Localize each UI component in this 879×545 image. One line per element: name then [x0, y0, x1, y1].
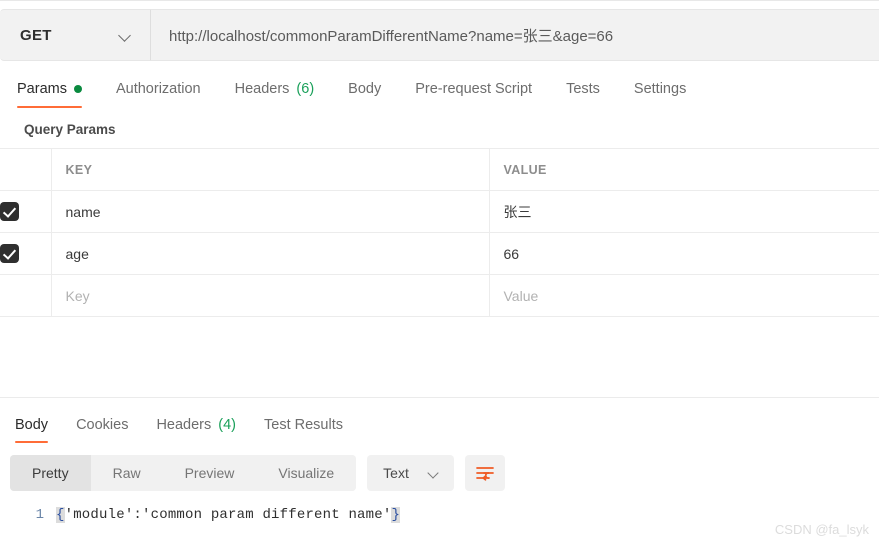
row-value-value: 张三: [503, 203, 532, 220]
response-panel-divider: [0, 397, 879, 398]
watermark: CSDN @fa_lsyk: [774, 522, 869, 537]
tab-authorization[interactable]: Authorization: [99, 81, 218, 108]
tab-response-cookies[interactable]: Cookies: [62, 417, 142, 443]
response-view-mode-group: Pretty Raw Preview Visualize: [10, 455, 357, 491]
response-body-content: 'module':'common param different name': [64, 507, 392, 523]
row-value-cell[interactable]: 66: [489, 232, 879, 275]
view-mode-raw[interactable]: Raw: [90, 455, 163, 491]
tab-settings-label: Settings: [633, 81, 687, 97]
view-mode-preview[interactable]: Preview: [162, 455, 257, 491]
tab-tests-label: Tests: [566, 81, 600, 97]
wrap-lines-button[interactable]: [465, 455, 506, 491]
panel-spacer: [0, 317, 879, 397]
tab-params[interactable]: Params: [10, 81, 99, 108]
tab-test-results-label: Test Results: [264, 417, 343, 433]
url-input-value: http://localhost/commonParamDifferentNam…: [169, 27, 614, 45]
row-checkbox[interactable]: [0, 202, 19, 221]
tab-headers[interactable]: Headers (6): [218, 81, 332, 108]
table-header-row: KEY VALUE: [0, 148, 879, 191]
close-brace: }: [391, 507, 401, 523]
query-params-title: Query Params: [24, 122, 116, 137]
tab-params-label: Params: [17, 81, 67, 97]
header-value: VALUE: [489, 148, 879, 191]
tab-headers-count: (6): [296, 81, 315, 97]
query-params-table: KEY VALUE name 张三 age 66 Key Value: [0, 148, 879, 317]
table-row: age 66: [0, 232, 879, 275]
response-tab-bar: Body Cookies Headers (4) Test Results: [0, 406, 879, 443]
open-brace: {: [56, 507, 65, 523]
table-row-empty: Key Value: [0, 274, 879, 317]
request-tab-bar: Params Authorization Headers (6) Body Pr…: [0, 70, 879, 108]
tab-response-headers-label: Headers: [156, 417, 212, 433]
response-body-line: {'module':'common param different name'}: [56, 507, 401, 523]
tab-settings[interactable]: Settings: [617, 81, 703, 108]
new-key-placeholder: Key: [65, 287, 90, 304]
row-checkbox[interactable]: [0, 244, 19, 263]
response-format-select[interactable]: Text: [367, 455, 455, 491]
new-value-cell[interactable]: Value: [489, 274, 879, 317]
tab-body-label: Body: [348, 81, 382, 97]
tab-response-body-label: Body: [15, 417, 49, 433]
url-input[interactable]: http://localhost/commonParamDifferentNam…: [151, 9, 879, 61]
tab-authorization-label: Authorization: [115, 81, 201, 97]
params-modified-dot-icon: [73, 85, 82, 93]
tab-response-headers-count: (4): [218, 417, 236, 433]
new-value-placeholder: Value: [503, 287, 539, 304]
new-key-cell[interactable]: Key: [51, 274, 490, 317]
request-url-bar: GET http://localhost/commonParamDifferen…: [0, 9, 879, 61]
http-method-select[interactable]: GET: [0, 9, 151, 61]
row-checkbox-cell: [0, 190, 52, 233]
response-format-toolbar: Pretty Raw Preview Visualize Text: [0, 443, 879, 491]
row-checkbox-cell: [0, 232, 52, 275]
response-body-viewer[interactable]: 1 {'module':'common param different name…: [0, 491, 879, 523]
tab-headers-label: Headers: [234, 81, 290, 97]
chevron-down-icon: [119, 29, 132, 42]
header-key: KEY: [51, 148, 490, 191]
row-key-cell[interactable]: name: [51, 190, 490, 233]
table-row: name 张三: [0, 190, 879, 233]
row-value-value: 66: [503, 245, 520, 262]
tab-response-headers[interactable]: Headers (4): [142, 417, 250, 443]
row-key-value: name: [65, 203, 101, 220]
view-mode-visualize[interactable]: Visualize: [256, 455, 357, 491]
row-key-cell[interactable]: age: [51, 232, 490, 275]
chevron-down-icon: [428, 467, 441, 480]
tab-response-cookies-label: Cookies: [76, 417, 129, 433]
tab-response-body[interactable]: Body: [10, 417, 62, 443]
line-number: 1: [35, 507, 44, 523]
row-checkbox-cell: [0, 274, 52, 317]
row-value-cell[interactable]: 张三: [489, 190, 879, 233]
wrap-lines-icon: [476, 466, 495, 481]
tab-tests[interactable]: Tests: [549, 81, 617, 108]
http-method-label: GET: [20, 26, 52, 44]
tab-pre-request-script-label: Pre-request Script: [415, 81, 533, 97]
row-checkbox[interactable]: [0, 286, 19, 305]
response-format-label: Text: [383, 465, 409, 481]
row-key-value: age: [65, 245, 89, 262]
tab-body[interactable]: Body: [331, 81, 398, 108]
postman-request-response-panel: GET http://localhost/commonParamDifferen…: [0, 0, 879, 545]
view-mode-pretty[interactable]: Pretty: [10, 455, 91, 491]
tab-test-results[interactable]: Test Results: [250, 417, 357, 443]
tab-pre-request-script[interactable]: Pre-request Script: [398, 81, 549, 108]
header-checkbox-cell: [0, 148, 52, 191]
